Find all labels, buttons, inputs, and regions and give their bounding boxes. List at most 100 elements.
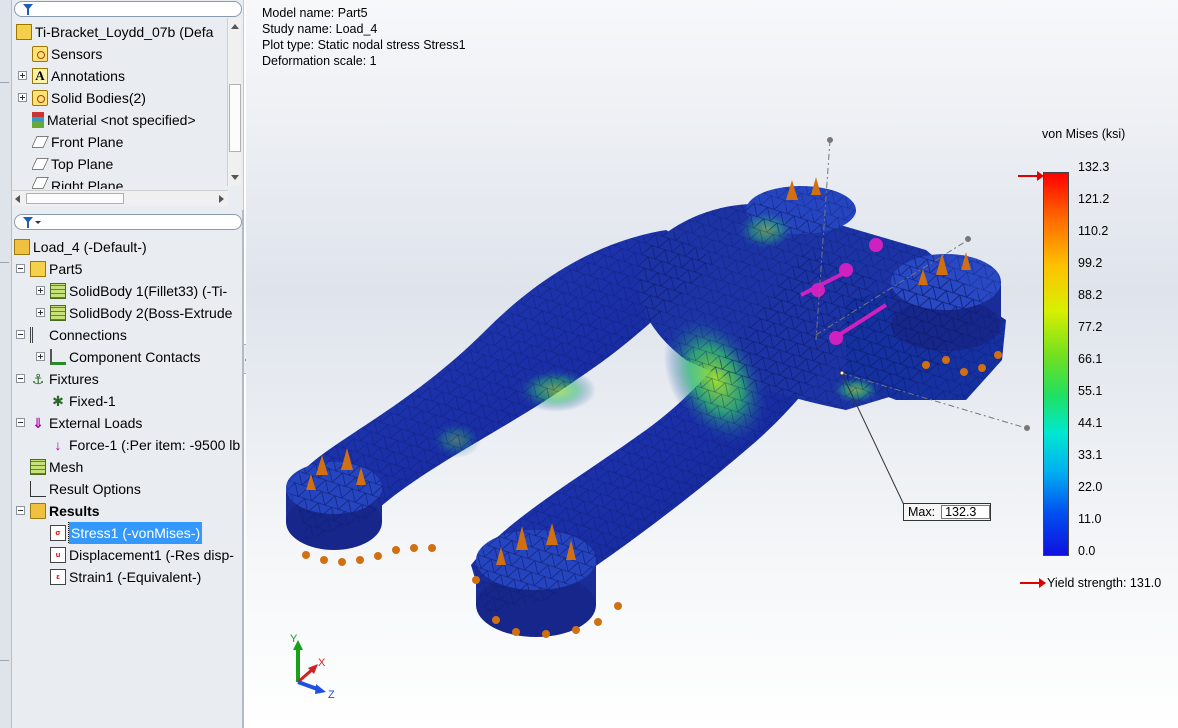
reference-triad[interactable]: Y X Z — [284, 632, 344, 702]
graphics-viewport[interactable]: Model name: Part5 Study name: Load_4 Plo… — [246, 0, 1178, 728]
study-icon — [14, 239, 30, 255]
tree-item-label: Displacement1 (-Res disp- — [69, 547, 234, 563]
legend-title: von Mises (ksi) — [1042, 127, 1126, 141]
tree-item-label: Connections — [49, 327, 127, 343]
tree-item-top-plane[interactable]: Top Plane — [32, 153, 113, 175]
stress-model-render[interactable] — [246, 0, 1178, 728]
strip-tick — [0, 660, 9, 661]
expand-solid-bodies-button[interactable] — [18, 93, 27, 102]
tree-item-material[interactable]: Material <not specified> — [32, 109, 196, 131]
max-key: Max: — [908, 505, 936, 519]
expand-annotations-button[interactable] — [18, 71, 27, 80]
tree-item-label: External Loads — [49, 415, 143, 431]
mesh-icon — [30, 459, 46, 475]
strip-tick — [0, 262, 9, 263]
tree-item-label: Component Contacts — [69, 349, 201, 365]
tree-item-part[interactable]: Part5 — [30, 258, 82, 280]
tree-item-mesh[interactable]: Mesh — [30, 456, 83, 478]
tree-item-external-loads[interactable]: ⇓ External Loads — [30, 412, 142, 434]
tree-item-sensors[interactable]: Sensors — [32, 43, 102, 65]
scrollbar-thumb[interactable] — [26, 193, 124, 204]
max-stress-probe-label[interactable]: Max: 132.3 — [903, 503, 991, 521]
tree-item-label: Annotations — [51, 68, 125, 84]
tree-item-label: Front Plane — [51, 134, 124, 150]
strain-plot-icon: ε — [50, 569, 66, 585]
scroll-down-arrow-icon[interactable] — [231, 175, 239, 180]
strip-tick — [0, 82, 9, 83]
study-tree-filter[interactable] — [14, 214, 242, 230]
filter-icon — [23, 217, 33, 228]
feature-tree-vertical-scrollbar[interactable] — [227, 18, 241, 186]
collapse-fixtures-button[interactable] — [16, 374, 25, 383]
legend-colorbar — [1043, 172, 1069, 556]
result-options-icon — [30, 481, 46, 497]
tree-item-label: Fixtures — [49, 371, 99, 387]
part-icon — [30, 261, 46, 277]
tree-item-label: Top Plane — [51, 156, 114, 172]
scrollbar-thumb[interactable] — [229, 84, 241, 152]
expand-component-contacts-button[interactable] — [36, 352, 45, 361]
tree-item-result-options[interactable]: Result Options — [30, 478, 141, 500]
filter-icon — [23, 4, 33, 15]
legend-tick-label: 33.1 — [1078, 448, 1103, 462]
triad-z-label: Z — [328, 689, 335, 701]
yield-strength-label: Yield strength: 131.0 — [1047, 576, 1162, 590]
expand-solid-body-2-button[interactable] — [36, 308, 45, 317]
plane-icon — [32, 177, 49, 189]
component-contacts-icon — [50, 349, 66, 365]
tree-item-solid-body-2[interactable]: SolidBody 2(Boss-Extrude — [50, 302, 242, 324]
tree-item-displacement-1[interactable]: u Displacement1 (-Res disp- — [50, 544, 242, 566]
results-folder-icon — [30, 503, 46, 519]
tree-item-label: Mesh — [49, 459, 84, 475]
collapse-connections-button[interactable] — [16, 330, 25, 339]
sensors-icon — [32, 46, 48, 62]
tree-item-label: Solid Bodies(2) — [51, 90, 146, 106]
tree-item-solid-body-1[interactable]: SolidBody 1(Fillet33) (-Ti- — [50, 280, 242, 302]
tree-item-solid-bodies[interactable]: Solid Bodies(2) — [32, 87, 146, 109]
scroll-right-arrow-icon[interactable] — [219, 195, 224, 203]
feature-tree-filter[interactable] — [14, 1, 242, 17]
collapse-part-button[interactable] — [16, 264, 25, 273]
tree-root-part[interactable]: Ti-Bracket_Loydd_07b (Defa — [16, 21, 226, 43]
connections-icon — [30, 327, 46, 343]
study-root[interactable]: Load_4 (-Default-) — [14, 236, 147, 258]
legend-tick-label: 132.3 — [1078, 160, 1110, 174]
tree-item-label-selected: Stress1 (-vonMises-) — [67, 522, 203, 544]
scroll-up-arrow-icon[interactable] — [231, 24, 239, 29]
max-value: 132.3 — [941, 505, 990, 519]
tree-item-strain-1[interactable]: ε Strain1 (-Equivalent-) — [50, 566, 201, 588]
tree-root-label: Ti-Bracket_Loydd_07b (Defa — [35, 24, 214, 40]
expand-solid-body-1-button[interactable] — [36, 286, 45, 295]
fixtures-icon: ⚓ — [31, 371, 45, 387]
legend-tick-label: 77.2 — [1078, 320, 1103, 334]
legend-tick-label: 44.1 — [1078, 416, 1103, 430]
tree-item-stress-1[interactable]: σ Stress1 (-vonMises-) — [50, 522, 203, 544]
legend-tick-label: 110.2 — [1078, 224, 1109, 238]
scroll-left-arrow-icon[interactable] — [15, 195, 20, 203]
tree-item-right-plane[interactable]: Right Plane — [32, 175, 123, 189]
legend-tick-label: 66.1 — [1078, 352, 1103, 366]
tree-item-label: Fixed-1 — [69, 393, 116, 409]
tree-item-fixed-1[interactable]: ✱ Fixed-1 — [50, 390, 116, 412]
tree-item-annotations[interactable]: A Annotations — [32, 65, 125, 87]
tree-item-fixtures[interactable]: ⚓ Fixtures — [30, 368, 99, 390]
tree-item-component-contacts[interactable]: Component Contacts — [50, 346, 201, 368]
tree-item-front-plane[interactable]: Front Plane — [32, 131, 123, 153]
collapse-results-button[interactable] — [16, 506, 25, 515]
material-icon — [32, 112, 44, 128]
part-icon — [16, 24, 32, 40]
collapse-external-loads-button[interactable] — [16, 418, 25, 427]
tree-item-results[interactable]: Results — [30, 500, 100, 522]
simulation-study-panel: Load_4 (-Default-) Part5 SolidBody 1(Fil… — [12, 210, 244, 728]
tree-item-force-1[interactable]: ↓ Force-1 (:Per item: -9500 lb — [50, 434, 242, 456]
feature-tree-horizontal-scrollbar[interactable] — [12, 190, 228, 206]
displacement-plot-icon: u — [50, 547, 66, 563]
tree-item-label: Force-1 (:Per item: -9500 lb — [69, 437, 241, 453]
solid-bodies-icon — [32, 90, 48, 106]
legend-tick-label: 11.0 — [1078, 512, 1102, 526]
force-icon: ↓ — [54, 437, 62, 453]
tree-item-connections[interactable]: Connections — [30, 324, 127, 346]
tree-item-label: Part5 — [49, 261, 83, 277]
legend-tick-label: 22.0 — [1078, 480, 1103, 494]
tree-item-label: Strain1 (-Equivalent-) — [69, 569, 202, 585]
